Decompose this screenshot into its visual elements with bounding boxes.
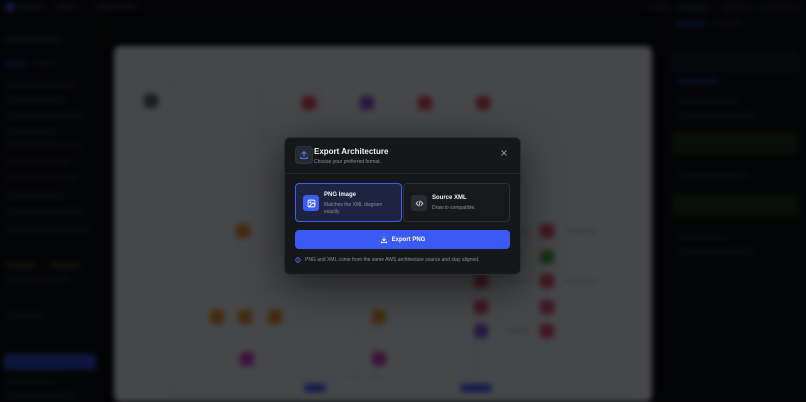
info-icon (295, 257, 301, 263)
dialog-title: Export Architecture (314, 147, 389, 156)
dialog-subtitle: Choose your preferred format. (314, 159, 381, 165)
close-icon (501, 150, 507, 156)
option-title: PNG Image (324, 192, 357, 198)
header-divider (285, 173, 520, 174)
export-button-label: Export PNG (391, 236, 426, 243)
close-button[interactable] (498, 147, 510, 159)
export-dialog: Export Architecture Choose your preferre… (284, 137, 521, 275)
format-option-xml[interactable]: Source XML Draw.io compatible. (403, 183, 510, 222)
format-option-png[interactable]: PNG Image Matches the XML diagram exactl… (295, 183, 402, 222)
code-icon (411, 195, 427, 211)
info-note-text: PNG and XML come from the same AWS archi… (305, 257, 480, 263)
option-description: Matches the XML diagram exactly. (324, 202, 383, 215)
option-title: Source XML (432, 195, 467, 201)
image-icon (303, 195, 319, 211)
upload-icon (295, 146, 313, 164)
option-description: Draw.io compatible. (432, 205, 476, 211)
info-note: PNG and XML come from the same AWS archi… (295, 257, 479, 263)
export-button[interactable]: Export PNG (295, 230, 510, 249)
download-icon (380, 236, 387, 243)
